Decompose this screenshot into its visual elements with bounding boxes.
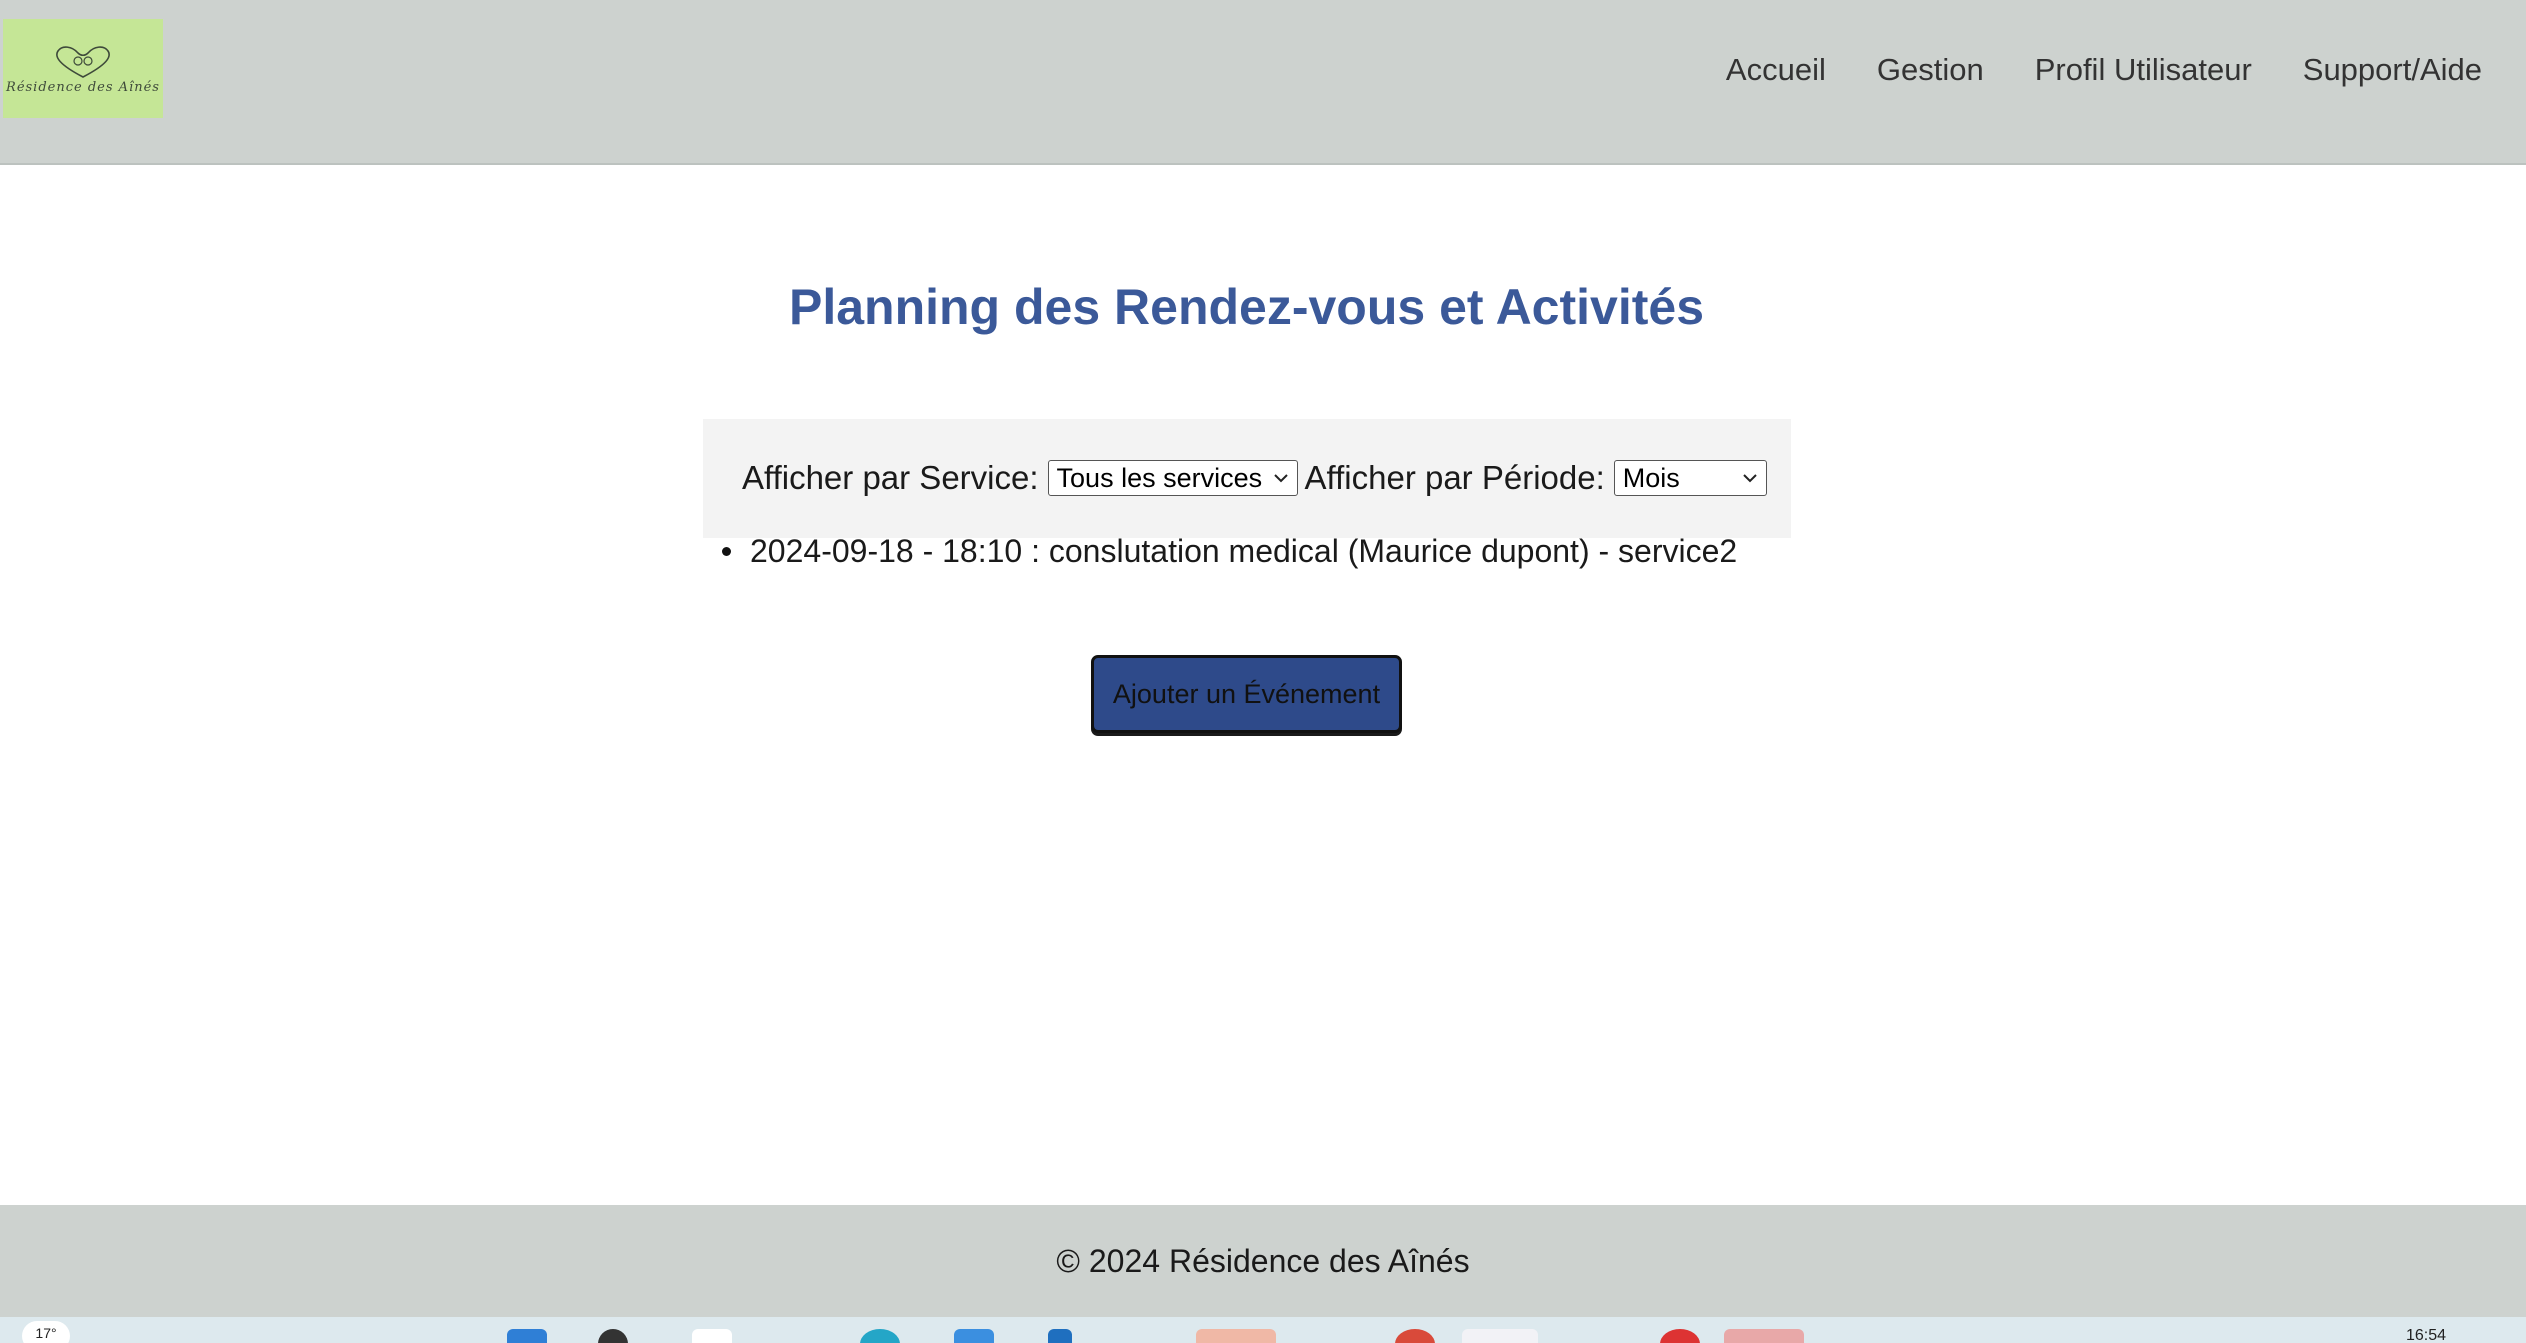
start-icon[interactable] (507, 1329, 547, 1343)
app-icon[interactable] (1724, 1329, 1804, 1343)
nav-profil-utilisateur[interactable]: Profil Utilisateur (2035, 52, 2252, 88)
heart-logo-icon (56, 45, 110, 78)
chrome-icon[interactable] (1395, 1329, 1435, 1343)
filters-panel: Afficher par Service: Tous les services … (703, 419, 1791, 538)
list-item: 2024-09-18 - 18:10 : conslutation medica… (722, 533, 1737, 570)
app-icon[interactable] (1660, 1329, 1700, 1343)
chevron-down-icon (1273, 474, 1288, 483)
task-view-icon[interactable] (692, 1329, 732, 1343)
nav-accueil[interactable]: Accueil (1726, 52, 1826, 88)
weather-widget[interactable]: 17° (22, 1321, 70, 1343)
search-icon[interactable] (598, 1329, 628, 1343)
event-text: 2024-09-18 - 18:10 : conslutation medica… (750, 533, 1738, 569)
app-icon[interactable] (1196, 1329, 1276, 1343)
service-select[interactable]: Tous les services (1047, 460, 1298, 496)
footer-copyright: © 2024 Résidence des Aînés (1056, 1242, 1470, 1279)
store-icon[interactable] (954, 1329, 994, 1343)
main-nav: Accueil Gestion Profil Utilisateur Suppo… (1726, 52, 2482, 88)
logo[interactable]: Résidence des Aînés (3, 19, 163, 118)
filter-row: Afficher par Service: Tous les services … (742, 459, 1774, 497)
footer: © 2024 Résidence des Aînés (0, 1205, 2526, 1317)
page-title: Planning des Rendez-vous et Activités (788, 279, 1704, 335)
nav-gestion[interactable]: Gestion (1877, 52, 1984, 88)
page: Résidence des Aînés Accueil Gestion Prof… (0, 0, 2526, 1343)
periode-filter-label: Afficher par Période: (1304, 459, 1605, 496)
logo-text: Résidence des Aînés (6, 79, 160, 95)
nav-support-aide[interactable]: Support/Aide (2303, 52, 2482, 88)
add-event-button[interactable]: Ajouter un Événement (1091, 655, 1402, 733)
edge-icon[interactable] (860, 1329, 900, 1343)
event-list: 2024-09-18 - 18:10 : conslutation medica… (722, 533, 1737, 570)
periode-select-value: Mois (1622, 462, 1680, 493)
app-icon[interactable] (1462, 1329, 1538, 1343)
header: Résidence des Aînés Accueil Gestion Prof… (0, 0, 2526, 165)
taskbar: 17° 16:54 (0, 1317, 2526, 1343)
chevron-down-icon (1743, 474, 1757, 483)
clock[interactable]: 16:54 (2406, 1327, 2446, 1343)
bullet-icon (722, 547, 731, 556)
service-select-value: Tous les services (1056, 462, 1263, 493)
periode-select[interactable]: Mois (1613, 460, 1767, 496)
service-filter-label: Afficher par Service: (742, 459, 1039, 496)
vscode-icon[interactable] (1048, 1329, 1072, 1343)
